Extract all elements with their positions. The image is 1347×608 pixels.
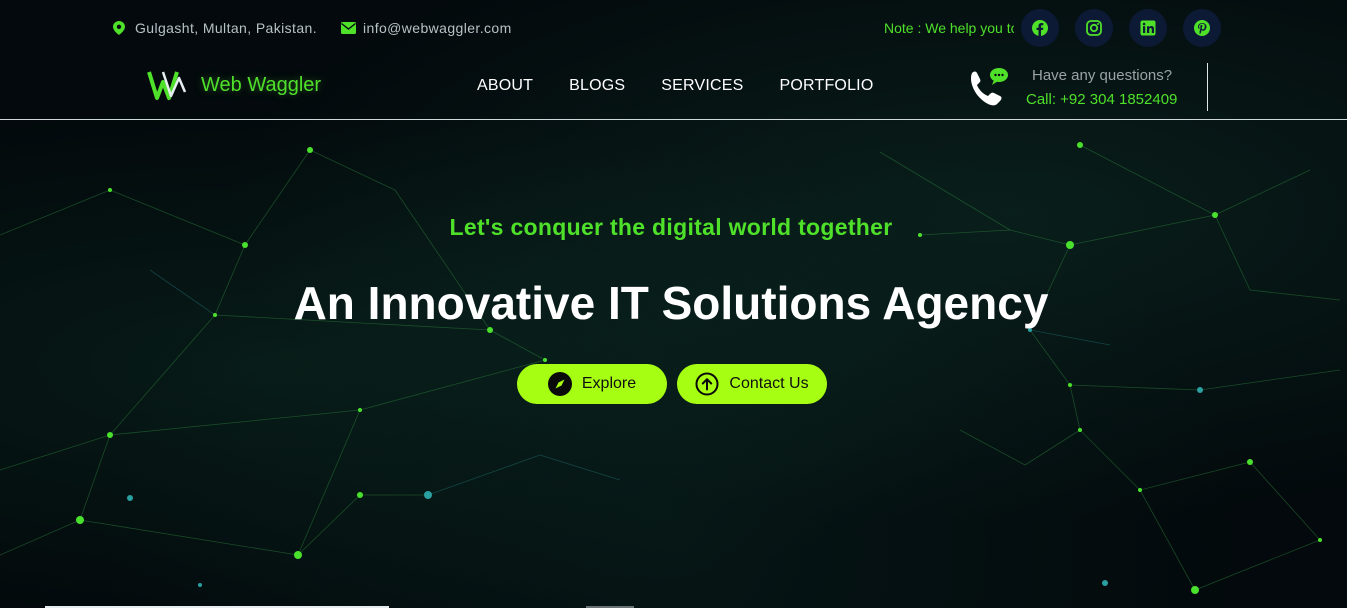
instagram-icon [1086, 20, 1102, 36]
contact-question: Have any questions? [1032, 67, 1173, 84]
web-waggler-logo-icon [147, 71, 187, 100]
hero-headline: An Innovative IT Solutions Agency [293, 277, 1049, 329]
nav-item-portfolio[interactable]: PORTFOLIO [780, 77, 874, 95]
explore-button[interactable]: Explore [517, 364, 667, 404]
explore-label: Explore [581, 375, 637, 392]
main-nav: ABOUT BLOGS SERVICES PORTFOLIO [477, 77, 873, 95]
nav-item-about[interactable]: ABOUT [477, 77, 533, 95]
pinterest-icon [1194, 20, 1210, 36]
facebook-icon [1032, 20, 1048, 36]
pinterest-button[interactable] [1183, 9, 1221, 47]
linkedin-icon [1140, 20, 1156, 36]
email-link[interactable]: info@webwaggler.com [363, 20, 512, 36]
location-text: Gulgasht, Multan, Pakistan. [135, 20, 317, 36]
brand-name: Web Waggler [201, 73, 322, 96]
linkedin-button[interactable] [1129, 9, 1167, 47]
compass-icon [547, 372, 572, 396]
contact-us-button[interactable]: Contact Us [677, 364, 827, 404]
location-info: Gulgasht, Multan, Pakistan. [113, 20, 317, 36]
instagram-button[interactable] [1075, 9, 1113, 47]
phone-chat-icon [964, 65, 1012, 112]
contact-us-label: Contact Us [729, 375, 809, 392]
nav-item-blogs[interactable]: BLOGS [569, 77, 625, 95]
header-bottom-border [0, 119, 1347, 120]
nav-item-services[interactable]: SERVICES [661, 77, 743, 95]
header-divider [1207, 63, 1208, 111]
envelope-icon [341, 21, 356, 35]
call-number[interactable]: Call: +92 304 1852409 [1026, 91, 1177, 108]
facebook-button[interactable] [1021, 9, 1059, 47]
top-bar: Gulgasht, Multan, Pakistan. info@webwagg… [0, 0, 1347, 56]
brand-logo[interactable]: Web Waggler [147, 68, 321, 102]
hero-tagline: Let's conquer the digital world together [449, 214, 893, 240]
arrow-up-circle-icon [695, 372, 719, 396]
note-marquee: Note : We help you to [884, 20, 1014, 36]
map-pin-icon [113, 21, 127, 35]
email-info[interactable]: info@webwaggler.com [341, 20, 512, 36]
